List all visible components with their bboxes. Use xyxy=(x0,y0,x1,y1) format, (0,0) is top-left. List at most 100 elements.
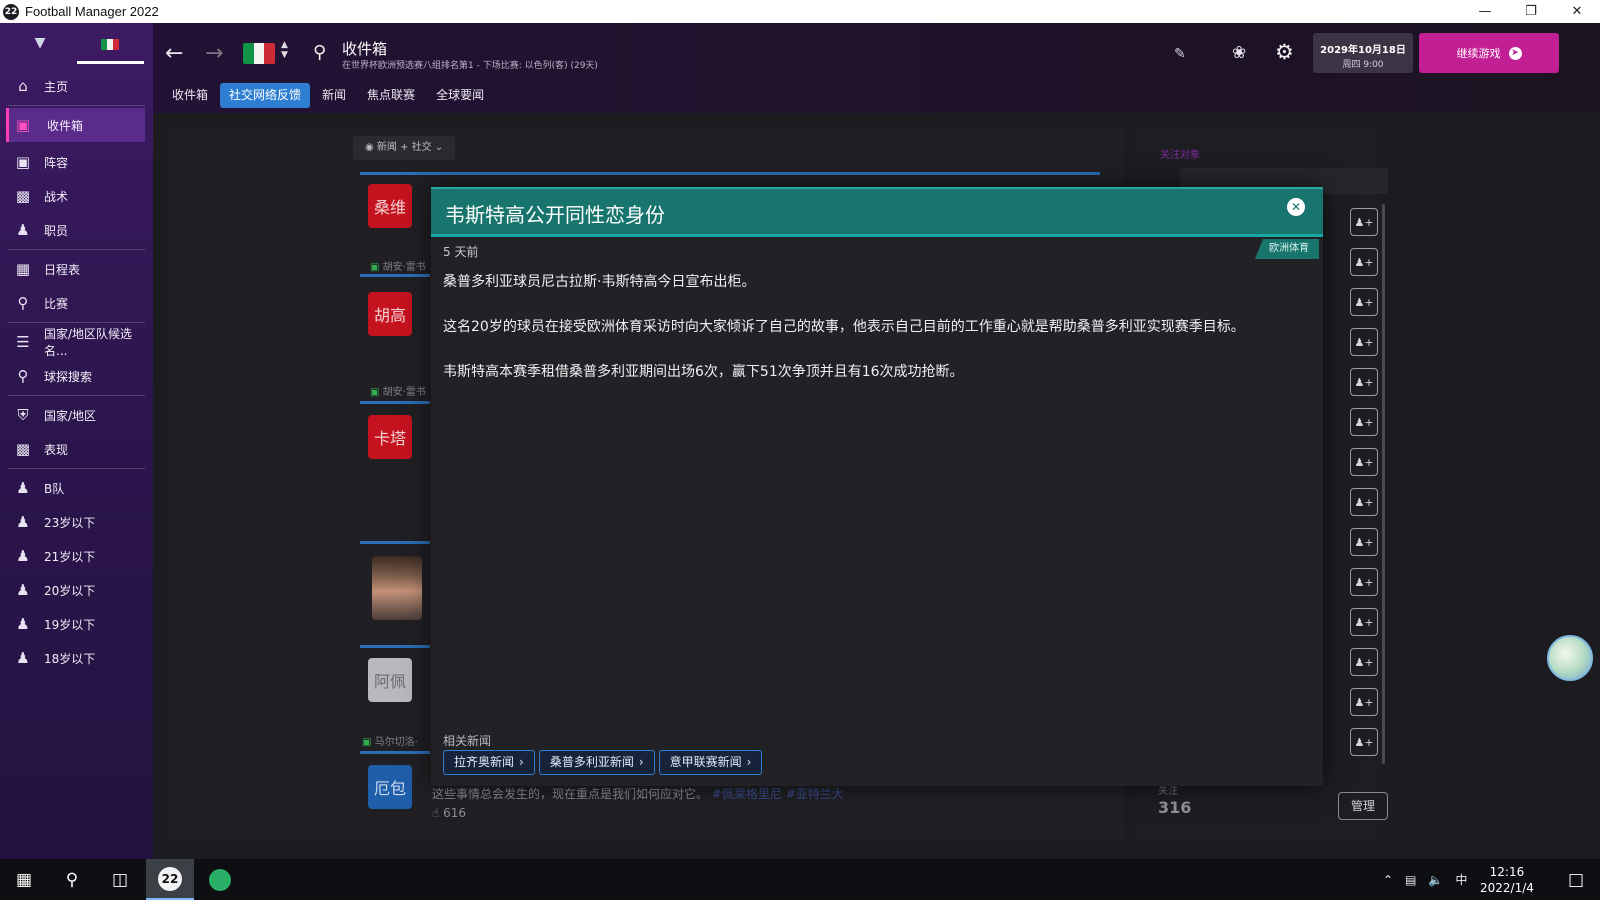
taskbar-wechat-app[interactable] xyxy=(196,859,244,900)
notification-icon[interactable]: □ xyxy=(1552,859,1600,900)
pencil-icon[interactable]: ✎ xyxy=(1174,46,1186,62)
feed-card[interactable]: 厄包 xyxy=(368,765,428,809)
brain-icon[interactable]: ❀ xyxy=(1232,43,1246,63)
page-title: 收件箱 xyxy=(342,40,388,58)
page-subtitle: 在世界杯欧洲预选赛八组排名第1 - 下场比赛: 以色列(客) (29天) xyxy=(342,61,598,71)
sidebar-item-national-shortlist[interactable]: ☰ 国家/地区队候选名... xyxy=(0,325,153,359)
add-user-icon: ♟+ xyxy=(1354,255,1374,269)
add-user-icon: ♟+ xyxy=(1354,415,1374,429)
network-icon[interactable]: ▤ xyxy=(1405,873,1416,887)
search-icon[interactable]: ⚲ xyxy=(48,859,96,900)
player-photo[interactable] xyxy=(372,556,422,620)
back-arrow-icon[interactable]: ← xyxy=(165,41,183,66)
add-follow-button[interactable]: ♟+ xyxy=(1350,248,1378,276)
volume-muted-icon[interactable]: 🔈 xyxy=(1428,873,1443,887)
minimize-icon[interactable]: — xyxy=(1462,0,1508,23)
add-follow-button[interactable]: ♟+ xyxy=(1350,208,1378,236)
sidebar-item-nation[interactable]: ⛨ 国家/地区 xyxy=(0,398,153,432)
add-follow-button[interactable]: ♟+ xyxy=(1350,688,1378,716)
gear-icon[interactable]: ⚙ xyxy=(1275,40,1294,64)
sidebar-item-performance[interactable]: ▩ 表现 xyxy=(0,432,153,466)
sidebar-item-u21[interactable]: ♟ 21岁以下 xyxy=(0,539,153,573)
club-badge: 厄包 xyxy=(368,765,412,809)
close-icon[interactable]: ✕ xyxy=(1554,0,1600,23)
related-news-button[interactable]: 拉齐奥新闻 › xyxy=(443,750,535,775)
manage-follows-button[interactable]: 管理 xyxy=(1338,792,1388,820)
feed-card-divider xyxy=(360,172,1100,175)
italy-flag-icon[interactable] xyxy=(101,39,119,50)
follow-scrollbar[interactable] xyxy=(1382,204,1385,764)
taskbar-clock[interactable]: 12:16 2022/1/4 xyxy=(1480,864,1534,896)
feed-filter-dropdown[interactable]: ◉ 新闻 + 社交 ⌄ xyxy=(353,136,456,160)
add-follow-button[interactable]: ♟+ xyxy=(1350,288,1378,316)
sidebar-item-u18[interactable]: ♟ 18岁以下 xyxy=(0,641,153,675)
italy-flag-icon[interactable] xyxy=(243,43,275,64)
tab-inbox[interactable]: 收件箱 xyxy=(163,83,217,108)
sidebar-item-u19[interactable]: ♟ 19岁以下 xyxy=(0,607,153,641)
related-news-button[interactable]: 桑普多利亚新闻 › xyxy=(538,750,655,775)
inbox-icon: ▣ xyxy=(15,116,31,134)
sidebar-item-u20[interactable]: ♟ 20岁以下 xyxy=(0,573,153,607)
related-news-button[interactable]: 意甲联赛新闻 › xyxy=(658,750,763,775)
add-follow-button[interactable]: ♟+ xyxy=(1350,648,1378,676)
sidebar-item-u23[interactable]: ♟ 23岁以下 xyxy=(0,505,153,539)
home-icon: ⌂ xyxy=(18,77,28,95)
add-follow-button[interactable]: ♟+ xyxy=(1350,608,1378,636)
team-icon: ♟ xyxy=(16,513,30,531)
tab-social-feedback[interactable]: 社交网络反馈 xyxy=(220,83,311,108)
add-follow-button[interactable]: ♟+ xyxy=(1350,448,1378,476)
sidebar-item-competitions[interactable]: ⚲ 比赛 xyxy=(0,286,153,320)
floating-assistant-avatar[interactable] xyxy=(1547,635,1593,681)
sidebar-item-label: 职员 xyxy=(44,223,69,238)
club-crest-icon[interactable]: ▼ xyxy=(29,35,51,53)
sidebar-item-home[interactable]: ⌂ 主页 xyxy=(0,69,153,103)
sidebar-item-inbox[interactable]: ▣ 收件箱 xyxy=(6,108,145,142)
forward-arrow-icon[interactable]: → xyxy=(205,41,223,66)
add-follow-button[interactable]: ♟+ xyxy=(1350,728,1378,756)
related-news-label-text: 意甲联赛新闻 xyxy=(669,755,742,769)
feed-author-name: 胡安·雷书 xyxy=(382,387,426,398)
restore-icon[interactable]: ❐ xyxy=(1508,0,1554,23)
sidebar-item-schedule[interactable]: ▦ 日程表 xyxy=(0,252,153,286)
sidebar-item-label: 日程表 xyxy=(44,262,81,277)
modal-title: 韦斯特高公开同性恋身份 xyxy=(445,203,665,227)
fm-app-icon: 22 xyxy=(158,866,182,891)
sidebar-item-b-team[interactable]: ♟ B队 xyxy=(0,471,153,505)
add-follow-button[interactable]: ♟+ xyxy=(1350,528,1378,556)
close-icon[interactable]: ✕ xyxy=(1287,198,1305,216)
team-switch-chevron-icon[interactable]: ▲ ▼ xyxy=(281,40,288,60)
tab-world-news[interactable]: 全球要闻 xyxy=(427,83,493,108)
sidebar-item-label: 球探搜索 xyxy=(44,369,93,384)
sidebar-item-staff[interactable]: ♟ 职员 xyxy=(0,213,153,247)
add-follow-button[interactable]: ♟+ xyxy=(1350,488,1378,516)
tab-news[interactable]: 新闻 xyxy=(313,83,355,108)
add-follow-button[interactable]: ♟+ xyxy=(1350,368,1378,396)
windows-start-icon[interactable]: ▦ xyxy=(0,859,48,900)
add-follow-button[interactable]: ♟+ xyxy=(1350,328,1378,356)
ime-indicator[interactable]: 中 xyxy=(1455,871,1467,888)
search-icon[interactable]: ⚲ xyxy=(313,42,326,63)
feed-card[interactable]: 卡塔 xyxy=(368,415,428,459)
sidebar-item-squad[interactable]: ▣ 阵容 xyxy=(0,145,153,179)
add-follow-button[interactable]: ♟+ xyxy=(1350,408,1378,436)
top-header: ← → ▲ ▼ ⚲ 收件箱 在世界杯欧洲预选赛八组排名第1 - 下场比赛: 以色列… xyxy=(153,23,1600,113)
sidebar-item-tactics[interactable]: ▩ 战术 xyxy=(0,179,153,213)
feed-card[interactable]: 桑维 xyxy=(368,184,428,228)
tab-focus-leagues[interactable]: 焦点联赛 xyxy=(358,83,424,108)
taskbar-fm-app[interactable]: 22 xyxy=(146,859,194,900)
task-view-icon[interactable]: ◫ xyxy=(96,859,144,900)
post-likes[interactable]: ☝ 616 xyxy=(432,806,466,820)
add-user-icon: ♟+ xyxy=(1354,375,1374,389)
club-badge: 胡高 xyxy=(368,292,412,336)
add-follow-button[interactable]: ♟+ xyxy=(1350,568,1378,596)
feed-card[interactable]: 胡高 xyxy=(368,292,428,336)
post-text: 这些事情总会发生的，现在重点是我们如何应对它。 #佩莱格里尼 #亚特兰大 xyxy=(432,785,844,802)
post-hashtags[interactable]: #佩莱格里尼 #亚特兰大 xyxy=(712,787,844,801)
feed-card[interactable]: 阿佩 xyxy=(368,658,428,702)
game-date[interactable]: 2029年10月18日 周四 9:00 xyxy=(1313,33,1413,73)
modal-timestamp: 5 天前 xyxy=(443,245,479,259)
chevron-up-icon[interactable]: ⌃ xyxy=(1383,873,1393,887)
sidebar-item-scouting[interactable]: ⚲ 球探搜索 xyxy=(0,359,153,393)
add-user-icon: ♟+ xyxy=(1354,655,1374,669)
continue-game-button[interactable]: 继续游戏 ➤ xyxy=(1419,33,1559,73)
